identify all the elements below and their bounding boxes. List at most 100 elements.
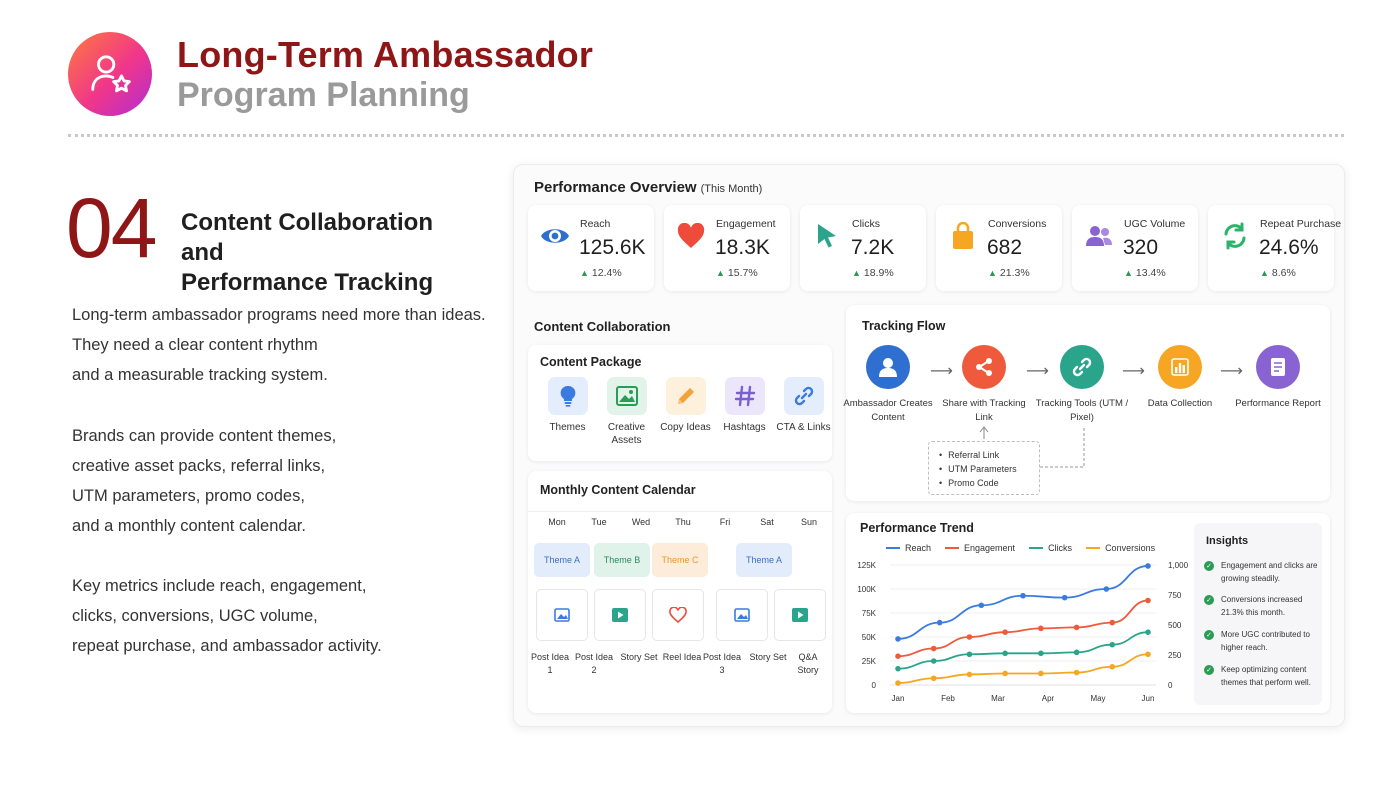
kpi-change: ▲ 12.4%: [580, 267, 622, 279]
section-number: 04: [66, 181, 157, 275]
package-item-label: Copy Ideas: [660, 422, 711, 433]
link-icon: [1060, 345, 1104, 389]
kpi-card-engagement[interactable]: Engagement 18.3K ▲ 15.7%: [664, 205, 790, 291]
data-point: [1073, 624, 1080, 631]
data-point: [1061, 594, 1068, 601]
calendar-post-slot[interactable]: [652, 589, 704, 641]
kpi-card-clicks[interactable]: Clicks 7.2K ▲ 18.9%: [800, 205, 926, 291]
user-icon: [866, 345, 910, 389]
kpi-value: 682: [987, 236, 1023, 259]
section-title-line: Content Collaboration and: [181, 209, 433, 266]
calendar-post-slot[interactable]: [716, 589, 768, 641]
data-point: [1145, 629, 1151, 635]
insight-text: Keep optimizing content themes that perf…: [1221, 665, 1311, 687]
package-item-hashtags[interactable]: Hashtags: [715, 377, 774, 447]
kpi-value: 125.6K: [579, 236, 646, 259]
body-line: repeat purchase, and ambassador activity…: [72, 637, 382, 655]
content-collaboration-title: Content Collaboration: [534, 319, 671, 334]
body-line: Key metrics include reach, engagement,: [72, 577, 367, 595]
package-item-cta-links[interactable]: CTA & Links: [774, 377, 833, 447]
dashboard-title-text: Performance Overview: [534, 179, 697, 196]
kpi-value: 24.6%: [1259, 236, 1319, 259]
arrow-up-icon: ▲: [988, 268, 997, 278]
body-paragraph-2: Brands can provide content themes, creat…: [72, 421, 482, 541]
data-point: [895, 665, 901, 672]
calendar-post-label: Post Idea 1: [530, 652, 570, 675]
calendar-theme-tag[interactable]: Theme A: [736, 543, 792, 577]
data-point: [966, 671, 973, 678]
calendar-theme-tag[interactable]: Theme A: [534, 543, 590, 577]
kpi-change-value: 21.3%: [999, 267, 1030, 279]
flow-step-ambassador[interactable]: Ambassador Creates Content: [838, 345, 938, 425]
body-line: creative asset packs, referral links,: [72, 457, 326, 475]
kpi-change: ▲ 21.3%: [988, 267, 1030, 279]
check-icon: ✓: [1204, 595, 1214, 605]
package-item-label: Hashtags: [723, 422, 766, 433]
arrow-up-icon: ▲: [852, 268, 861, 278]
kpi-card-ugc-volume[interactable]: UGC Volume 320 ▲ 13.4%: [1072, 205, 1198, 291]
insight-text: More UGC contributed to higher reach.: [1221, 630, 1310, 652]
package-item-creative-assets[interactable]: Creative Assets: [597, 377, 656, 447]
data-point: [1038, 650, 1044, 657]
bar-chart-icon: [1158, 345, 1202, 389]
kpi-change-value: 13.4%: [1135, 267, 1166, 279]
y2-tick-label: 1,000: [1168, 561, 1189, 570]
y-tick-label: 75K: [862, 609, 877, 618]
package-item-label: CTA & Links: [776, 422, 831, 433]
package-item-copy-ideas[interactable]: Copy Ideas: [656, 377, 715, 447]
flow-step-share[interactable]: Share with Tracking Link: [934, 345, 1034, 425]
arrow-up-icon: ▲: [1260, 268, 1269, 278]
package-item-label: Themes: [549, 422, 586, 433]
performance-dashboard: Performance Overview (This Month) Reach 1…: [513, 164, 1345, 727]
program-logo: [68, 32, 152, 116]
calendar-post-slot[interactable]: [774, 589, 826, 641]
data-point: [1073, 669, 1080, 676]
calendar-post-label: Q&A Story: [797, 652, 819, 675]
flow-step-tracking-tools[interactable]: Tracking Tools (UTM / Pixel): [1032, 345, 1132, 425]
weekday-label: Sun: [800, 517, 817, 527]
calendar-post-slot[interactable]: [536, 589, 588, 641]
calendar-post-label: Reel Idea: [662, 652, 702, 662]
data-point: [895, 653, 901, 659]
data-point: [966, 651, 973, 658]
kpi-change: ▲ 8.6%: [1260, 267, 1296, 279]
data-point: [930, 675, 937, 682]
calendar-post-slot[interactable]: [594, 589, 646, 641]
data-point: [1103, 586, 1110, 592]
flow-step-data-collection[interactable]: Data Collection: [1130, 345, 1230, 411]
flow-step-label: Data Collection: [1147, 398, 1213, 409]
kpi-label: Repeat Purchase: [1260, 218, 1342, 230]
kpi-change: ▲ 15.7%: [716, 267, 758, 279]
data-point: [895, 680, 901, 686]
data-point: [1002, 670, 1008, 677]
referral-tool-item: UTM Parameters: [939, 462, 1017, 476]
data-point: [1109, 641, 1116, 648]
kpi-card-repeat-purchase[interactable]: Repeat Purchase 24.6% ▲ 8.6%: [1208, 205, 1341, 291]
calendar-theme-tag[interactable]: Theme B: [594, 543, 650, 577]
dashboard-period: (This Month): [700, 183, 763, 195]
calendar-divider: [528, 511, 832, 512]
body-line: and a measurable tracking system.: [72, 366, 328, 384]
cursor-icon: [812, 221, 842, 251]
arrow-up-icon: ▲: [580, 268, 589, 278]
body-line: Long-term ambassador programs need more …: [72, 306, 486, 324]
kpi-label: Clicks: [852, 218, 880, 230]
insight-item: ✓ More UGC contributed to higher reach.: [1204, 628, 1320, 654]
kpi-value: 320: [1123, 236, 1159, 259]
package-item-themes[interactable]: Themes: [538, 377, 597, 447]
play-icon: [792, 608, 808, 622]
data-point: [1002, 650, 1008, 657]
flow-step-performance-report[interactable]: Performance Report: [1228, 345, 1328, 411]
weekday-label: Wed: [631, 517, 651, 527]
check-icon: ✓: [1204, 665, 1214, 675]
body-paragraph-3: Key metrics include reach, engagement, c…: [72, 571, 482, 661]
calendar-post-label: Post Idea 3: [702, 652, 742, 675]
calendar-theme-tag[interactable]: Theme C: [652, 543, 708, 577]
image-icon: [734, 608, 750, 622]
kpi-label: UGC Volume: [1124, 218, 1186, 230]
content-calendar-title: Monthly Content Calendar: [540, 483, 696, 497]
kpi-card-conversions[interactable]: Conversions 682 ▲ 21.3%: [936, 205, 1062, 291]
performance-trend-chart: 0 25K 50K 75K 100K 125K 0 250 500 750 1,000 Jan Feb M…: [857, 561, 1189, 703]
data-point: [1038, 670, 1044, 677]
kpi-card-reach[interactable]: Reach 125.6K ▲ 12.4%: [528, 205, 654, 291]
